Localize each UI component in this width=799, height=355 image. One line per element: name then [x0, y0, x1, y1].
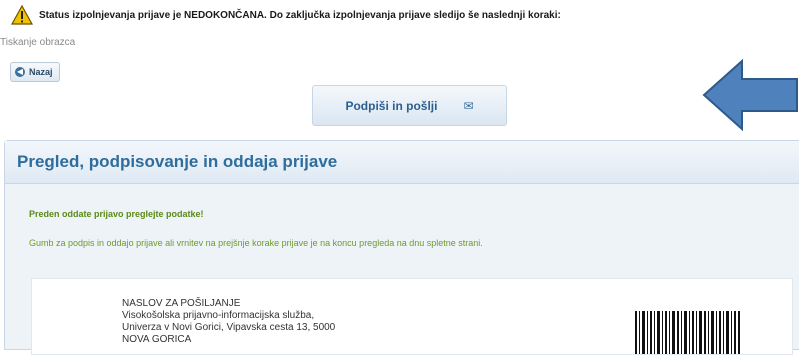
- sign-and-send-button[interactable]: Podpiši in pošlji ✉: [312, 85, 507, 126]
- review-warning: Preden oddate prijavo preglejte podatke!: [29, 209, 204, 219]
- back-button[interactable]: ◀ Nazaj: [10, 62, 60, 82]
- address-line: Univerza v Novi Gorici, Vipavska cesta 1…: [122, 322, 336, 333]
- mail-icon: ✉: [463, 98, 474, 113]
- print-form-label: Tiskanje obrazca: [0, 37, 76, 48]
- review-panel: Pregled, podpisovanje in oddaja prijave …: [4, 140, 799, 355]
- address-line: Visokošolska prijavno-informacijska služ…: [122, 310, 315, 321]
- document-preview: NASLOV ZA POŠILJANJE Visokošolska prijav…: [31, 278, 793, 355]
- arrow-left-icon: [702, 59, 798, 131]
- address-line: NOVA GORICA: [122, 334, 192, 345]
- sign-and-send-label: Podpiši in pošlji: [345, 98, 438, 113]
- address-line: NASLOV ZA POŠILJANJE: [122, 298, 241, 309]
- review-note: Gumb za podpis in oddajo prijave ali vrn…: [29, 238, 483, 248]
- panel-title: Pregled, podpisovanje in oddaja prijave: [5, 141, 799, 184]
- warning-icon: [11, 5, 33, 25]
- status-row: Status izpolnjevanja prijave je NEDOKONČ…: [11, 2, 561, 28]
- back-arrow-icon: ◀: [15, 67, 25, 77]
- mailing-address: NASLOV ZA POŠILJANJE Visokošolska prijav…: [122, 298, 335, 346]
- back-button-label: Nazaj: [29, 67, 53, 77]
- status-text: Status izpolnjevanja prijave je NEDOKONČ…: [39, 9, 561, 21]
